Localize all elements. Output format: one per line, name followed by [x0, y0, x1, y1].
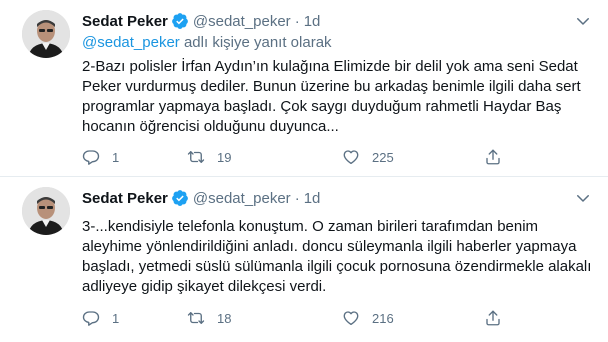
tweet-actions: 1 18 216 — [82, 307, 512, 329]
timestamp[interactable]: 1d — [304, 190, 321, 207]
replying-to: @sedat_peker adlı kişiye yanıt olarak — [82, 34, 332, 51]
tweet-text: 3-...kendisiyle telefonla konuştum. O za… — [82, 217, 592, 297]
tweet-text-line: programlar yapmaya başladı. Çok saygı du… — [82, 98, 562, 115]
like-icon — [343, 150, 359, 165]
tweet-header: Sedat Peker @sedat_peker · 1d — [82, 10, 320, 32]
share-icon — [486, 149, 500, 165]
tweet-text-line: başladı, yetmedi süslü sülümanla ilgili … — [82, 258, 592, 275]
tweet-text-line: hocanın öğrencisi olduğunu duyunca... — [82, 118, 339, 135]
more-options-button[interactable] — [572, 187, 594, 209]
display-name[interactable]: Sedat Peker — [82, 190, 168, 207]
retweet-count: 18 — [217, 310, 232, 326]
reply-button[interactable]: 1 — [82, 309, 119, 327]
retweet-icon — [187, 151, 205, 163]
retweet-count: 19 — [217, 149, 232, 165]
separator: · — [294, 189, 300, 207]
share-button[interactable] — [484, 148, 502, 166]
tweet-actions: 1 19 225 — [82, 146, 512, 168]
tweet[interactable]: Sedat Peker @sedat_peker · 1d @sedat_pek… — [0, 0, 608, 176]
handle[interactable]: @sedat_peker — [193, 13, 291, 30]
tweet-text: 2-Bazı polisler İrfan Aydın’ın kulağına … — [82, 57, 592, 137]
tweet-header: Sedat Peker @sedat_peker · 1d — [82, 187, 320, 209]
retweet-button[interactable]: 18 — [187, 309, 231, 327]
avatar-image — [22, 10, 70, 58]
avatar[interactable] — [22, 10, 70, 58]
avatar-image — [22, 187, 70, 235]
replying-to-link[interactable]: @sedat_peker — [82, 34, 180, 51]
like-count: 216 — [372, 310, 394, 326]
tweet-text-line: 2-Bazı polisler İrfan Aydın’ın kulağına … — [82, 58, 578, 75]
display-name[interactable]: Sedat Peker — [82, 13, 168, 30]
handle[interactable]: @sedat_peker — [193, 190, 291, 207]
tweet-text-line: adliyeye gidip şikayet dilekçesi verdi. — [82, 278, 327, 295]
share-button[interactable] — [484, 309, 502, 327]
retweet-button[interactable]: 19 — [187, 148, 231, 166]
avatar[interactable] — [22, 187, 70, 235]
tweet[interactable]: Sedat Peker @sedat_peker · 1d 3-...kendi… — [0, 177, 608, 342]
chevron-down-icon — [577, 18, 589, 25]
verified-badge-icon — [171, 12, 189, 30]
replying-to-text: adlı kişiye yanıt olarak — [179, 34, 332, 51]
verified-badge-icon — [171, 189, 189, 207]
reply-count: 1 — [112, 149, 120, 165]
separator: · — [294, 12, 300, 30]
like-button[interactable]: 216 — [342, 309, 394, 327]
reply-count: 1 — [112, 310, 120, 326]
tweet-text-line: 3-...kendisiyle telefonla konuştum. O za… — [82, 218, 539, 235]
reply-button[interactable]: 1 — [82, 148, 119, 166]
share-icon — [486, 310, 500, 326]
chevron-down-icon — [577, 195, 589, 202]
like-icon — [343, 311, 359, 326]
reply-icon — [82, 311, 100, 326]
like-count: 225 — [372, 149, 394, 165]
tweet-text-line: Peker vurdurmuş dediler. Bunun üzerine b… — [82, 78, 581, 95]
retweet-icon — [187, 312, 205, 324]
more-options-button[interactable] — [572, 10, 594, 32]
tweet-text-line: aleyhime yönlendirildiğini anladı. doncu… — [82, 238, 577, 255]
timestamp[interactable]: 1d — [304, 13, 321, 30]
like-button[interactable]: 225 — [342, 148, 394, 166]
reply-icon — [82, 150, 100, 165]
